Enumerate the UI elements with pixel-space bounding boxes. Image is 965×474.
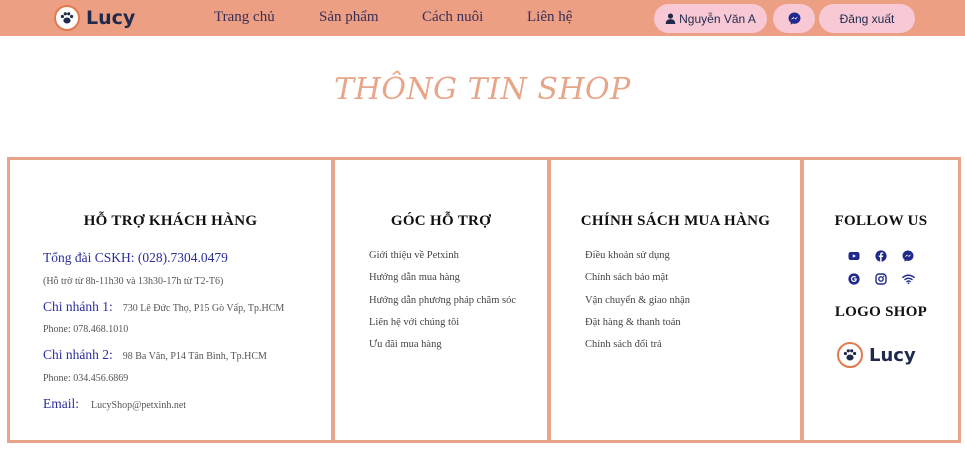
youtube-icon[interactable] [847, 249, 861, 263]
support-hours: (Hỗ trờ từ 8h-11h30 và 13h30-17h từ T2-T… [43, 276, 224, 287]
policy-link-privacy[interactable]: Chính sách bảo mật [585, 272, 690, 294]
facebook-icon[interactable] [874, 249, 888, 263]
instagram-icon[interactable] [874, 272, 888, 286]
help-corner-heading: GÓC HỖ TRỢ [390, 213, 492, 229]
policy-link-returns[interactable]: Chính sách đổi trả [585, 339, 690, 361]
help-link-offers[interactable]: Ưu đãi mua hàng [369, 339, 516, 361]
hotline-text[interactable]: Tổng đài CSKH: (028).7304.0479 [43, 250, 228, 266]
follow-us-panel: FOLLOW US LOGO SHOP Lucy [801, 157, 961, 443]
logo-shop-heading: LOGO SHOP [834, 304, 928, 320]
branch-1-row: Chi nhánh 1: 730 Lê Đức Thọ, P15 Gò Vấp,… [43, 298, 284, 316]
logout-button[interactable]: Đăng xuất [819, 4, 915, 33]
email-label: Email: [43, 396, 79, 411]
paw-logo-icon [837, 342, 863, 368]
site-logo[interactable]: Lucy [54, 4, 135, 32]
help-corner-panel: GÓC HỖ TRỢ Giới thiệu về Petxinh Hướng d… [332, 157, 550, 443]
messenger-icon [788, 12, 800, 25]
nav-contact-link[interactable]: Liên hệ [527, 9, 572, 26]
email-value[interactable]: LucyShop@petxinh.net [91, 400, 186, 411]
top-navbar: Lucy Trang chủ Sản phẩm Cách nuôi Liên h… [0, 0, 965, 36]
policy-link-payment[interactable]: Đặt hàng & thanh toán [585, 317, 690, 339]
branch-1-address: 730 Lê Đức Thọ, P15 Gò Vấp, Tp.HCM [122, 303, 285, 314]
user-name: Nguyễn Văn A [679, 11, 756, 26]
help-link-contact[interactable]: Liên hệ với chúng tôi [369, 317, 516, 339]
branch-2-phone: Phone: 034.456.6869 [43, 373, 129, 384]
help-link-care-guide[interactable]: Hướng dẫn phương pháp chăm sóc [369, 295, 516, 317]
messenger-button[interactable] [773, 4, 815, 33]
page-title: THÔNG TIN SHOP [334, 72, 631, 107]
branch-1-phone: Phone: 078.468.1010 [43, 324, 129, 335]
nav-products-link[interactable]: Sản phẩm [319, 9, 379, 26]
paw-logo-icon [54, 5, 80, 31]
nav-care-link[interactable]: Cách nuôi [422, 9, 483, 26]
follow-us-heading: FOLLOW US [834, 213, 928, 229]
user-icon [665, 13, 676, 24]
customer-support-panel: HỖ TRỢ KHÁCH HÀNG Tổng đài CSKH: (028).7… [7, 157, 334, 443]
social-icons-row-1 [804, 249, 958, 263]
messenger-icon[interactable] [901, 249, 915, 263]
footer-logo-text: Lucy [869, 344, 916, 366]
customer-support-heading: HỖ TRỢ KHÁCH HÀNG [83, 213, 258, 229]
logo-text: Lucy [86, 7, 136, 29]
footer-logo[interactable]: Lucy [837, 342, 916, 368]
email-row: Email: LucyShop@petxinh.net [43, 395, 186, 413]
policy-link-terms[interactable]: Điều khoản sử dụng [585, 250, 690, 272]
branch-2-label: Chi nhánh 2: [43, 347, 113, 362]
wifi-icon[interactable] [901, 272, 915, 286]
branch-2-address: 98 Ba Vân, P14 Tân Bình, Tp.HCM [122, 351, 267, 362]
help-corner-links: Giới thiệu về Petxinh Hướng dẫn mua hàng… [369, 250, 516, 361]
social-icons-row-2 [804, 272, 958, 286]
help-link-about[interactable]: Giới thiệu về Petxinh [369, 250, 516, 272]
google-icon[interactable] [847, 272, 861, 286]
policy-link-shipping[interactable]: Vận chuyển & giao nhận [585, 295, 690, 317]
purchase-policy-heading: CHÍNH SÁCH MUA HÀNG [580, 213, 771, 229]
branch-2-row: Chi nhánh 2: 98 Ba Vân, P14 Tân Bình, Tp… [43, 346, 267, 364]
user-account-button[interactable]: Nguyễn Văn A [654, 4, 767, 33]
nav-home-link[interactable]: Trang chủ [214, 9, 275, 26]
help-link-shopping-guide[interactable]: Hướng dẫn mua hàng [369, 272, 516, 294]
branch-1-label: Chi nhánh 1: [43, 299, 113, 314]
policy-links: Điều khoản sử dụng Chính sách bảo mật Vậ… [585, 250, 690, 361]
purchase-policy-panel: CHÍNH SÁCH MUA HÀNG Điều khoản sử dụng C… [548, 157, 803, 443]
